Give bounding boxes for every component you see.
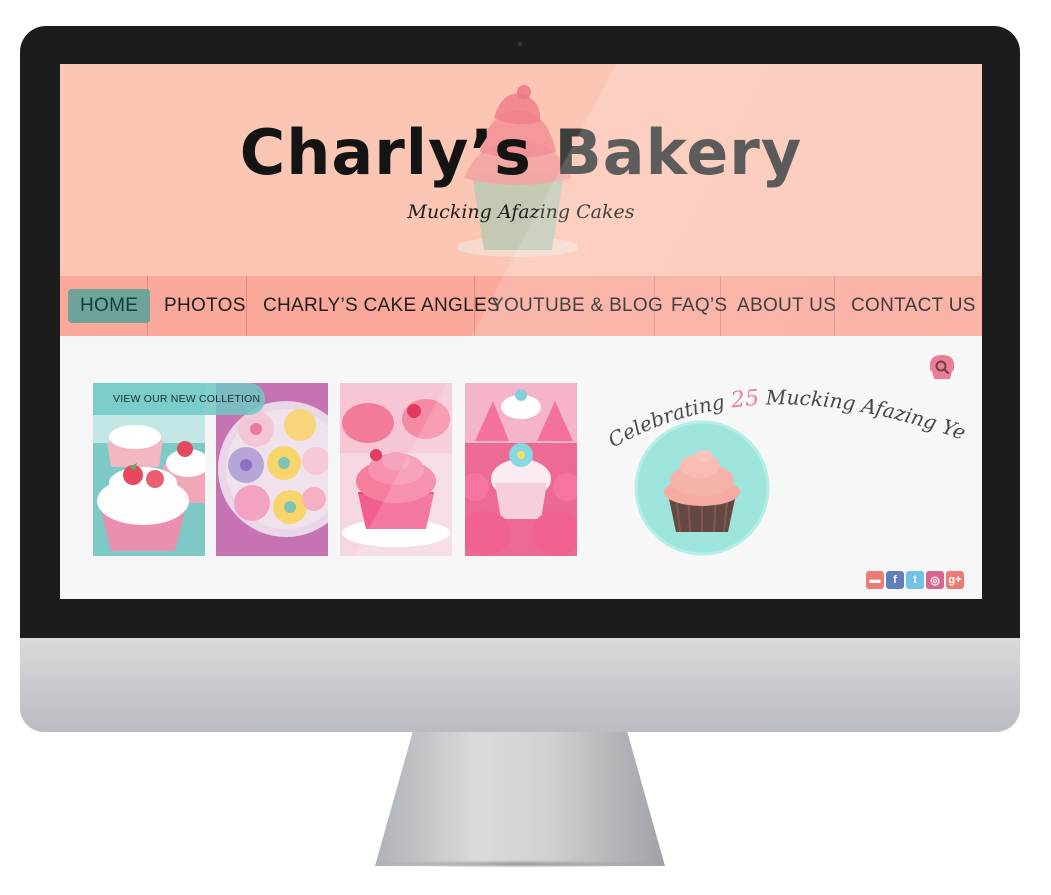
nav-item-faqs[interactable]: FAQ’S (655, 276, 727, 336)
instagram-icon[interactable]: ◎ (926, 571, 944, 589)
nav-item-home[interactable]: HOME (60, 276, 151, 336)
nav-label-about-us: ABOUT US (737, 295, 837, 316)
nav-item-youtube-blog[interactable]: YOUTUBE & BLOG (475, 276, 663, 336)
nav-label-youtube-blog: YOUTUBE & BLOG (491, 295, 664, 316)
monitor-stand (375, 732, 665, 866)
social-links: ▬ f t ◎ g+ (866, 571, 964, 589)
nav-label-faqs: FAQ’S (671, 295, 728, 316)
nav-label-cake-angles: CHARLY’S CAKE ANGLES (263, 295, 500, 316)
site-title[interactable]: Charly’s Bakery (60, 116, 982, 189)
view-collection-button[interactable]: VIEW OUR NEW COLLETION (93, 383, 265, 415)
camera-dot (518, 42, 522, 46)
monitor-chin (20, 638, 1020, 732)
site-title-part1: Charly’s (239, 116, 532, 189)
main-nav: HOME PHOTOS CHARLY’S CAKE ANGLES YOUTUBE… (60, 276, 982, 336)
site-tagline: Mucking Afazing Cakes (407, 201, 635, 223)
celebration-number: 25 (729, 386, 761, 414)
site-title-part2: Bakery (554, 116, 803, 189)
website-screen: Charly’s Bakery Mucking Afazing Cakes HO… (60, 64, 982, 599)
stand-shadow (370, 860, 670, 868)
cupcake-photo-4[interactable] (465, 383, 577, 556)
cupcake-photo-3[interactable] (340, 383, 452, 556)
nav-item-cake-angles[interactable]: CHARLY’S CAKE ANGLES (247, 276, 500, 336)
nav-item-contact-us[interactable]: CONTACT US (835, 276, 982, 336)
nav-item-about-us[interactable]: ABOUT US (721, 276, 837, 336)
nav-label-contact-us: CONTACT US (851, 295, 976, 316)
twitter-icon[interactable]: t (906, 571, 924, 589)
nav-item-photos[interactable]: PHOTOS (148, 276, 247, 336)
youtube-icon[interactable]: ▬ (866, 571, 884, 589)
nav-label-photos: PHOTOS (164, 295, 246, 316)
nav-label-home: HOME (68, 289, 151, 323)
google-plus-icon[interactable]: g+ (946, 571, 964, 589)
facebook-icon[interactable]: f (886, 571, 904, 589)
site-header: Charly’s Bakery Mucking Afazing Cakes (60, 64, 982, 276)
main-content: VIEW OUR NEW COLLETION Celebrating 25 Mu… (60, 336, 982, 599)
featured-cupcake-image (634, 420, 770, 556)
